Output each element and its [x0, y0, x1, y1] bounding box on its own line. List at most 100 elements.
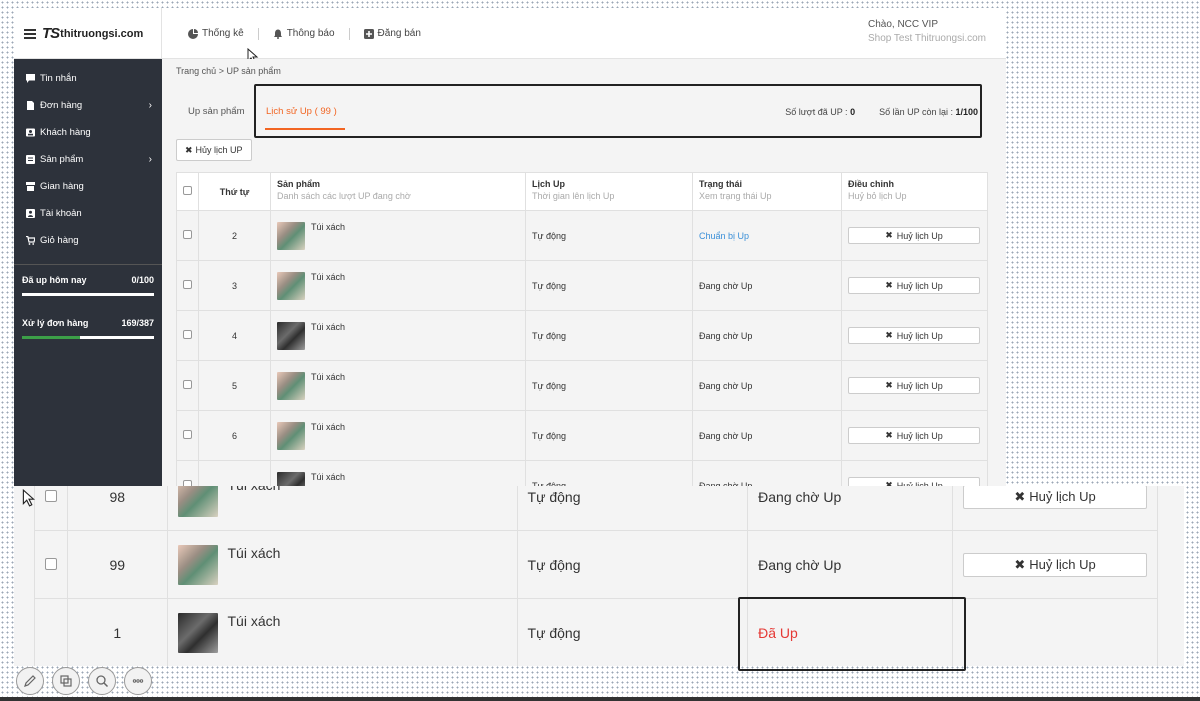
sidebar-item-gian-hang[interactable]: Gian hàng — [14, 173, 162, 200]
product-thumbnail[interactable] — [177, 544, 218, 585]
row-select-cell — [176, 260, 199, 311]
select-all-checkbox[interactable] — [183, 186, 192, 195]
pen-tool-button[interactable] — [16, 667, 44, 695]
document-icon — [27, 101, 34, 110]
schedule-cell: Tự động — [516, 530, 749, 599]
top-bar: TS thitruongsi.com Thống kê Thông báo Đă… — [14, 8, 1006, 64]
product-name[interactable]: Túi xách — [228, 486, 281, 493]
nav-thong-bao[interactable]: Thông báo — [259, 28, 349, 39]
user-greeting[interactable]: Chào, NCC VIP Shop Test Thitruongsi.com — [868, 19, 986, 44]
nav-label: Thống kê — [202, 28, 244, 39]
status-cell: Đang chờ Up — [747, 486, 953, 531]
crop-tool-button[interactable] — [52, 667, 80, 695]
close-icon: ✖ — [1014, 556, 1026, 572]
product-cell: Túi xách — [270, 210, 526, 261]
row-checkbox[interactable] — [183, 380, 192, 389]
cancel-up-button[interactable]: ✖ Huỷ lịch Up — [848, 427, 980, 444]
cancel-up-button[interactable]: ✖ Huỷ lịch Up — [848, 227, 980, 244]
sidebar-item-gio-hang[interactable]: Giỏ hàng — [14, 227, 162, 254]
row-select-cell — [176, 460, 199, 486]
product-thumbnail[interactable] — [277, 271, 305, 300]
cancel-up-button[interactable]: ✖ Huỷ lịch Up — [848, 327, 980, 344]
status-cell: Đang chờ Up — [692, 410, 842, 461]
nav-label: Thông báo — [286, 28, 335, 39]
chevron-right-icon: › — [148, 154, 152, 165]
product-name[interactable]: Túi xách — [311, 222, 345, 232]
table-body: 2 Túi xách Tự động Chuẩn bị Up ✖ Huỷ lịch Up 3… — [176, 210, 988, 486]
pie-chart-icon — [188, 28, 198, 39]
cancel-up-button[interactable]: ✖ Huỷ lịch Up — [848, 377, 980, 394]
stat-da-up-hom-nay: Đã up hôm nay 0/100 — [14, 275, 162, 296]
nav-dang-ban[interactable]: Đăng bán — [350, 28, 435, 39]
product-name[interactable]: Túi xách — [311, 322, 345, 332]
product-thumbnail[interactable] — [277, 471, 305, 486]
row-select-cell — [176, 310, 199, 361]
product-thumbnail[interactable] — [177, 612, 218, 653]
order-cell: 99 — [67, 530, 168, 599]
product-name[interactable]: Túi xách — [311, 472, 345, 482]
sidebar-item-don-hang[interactable]: Đơn hàng › — [14, 92, 162, 119]
status-cell: Đang chờ Up — [692, 310, 842, 361]
product-cell: Túi xách — [166, 530, 518, 599]
product-cell: Túi xách — [166, 486, 518, 531]
zoom-tool-button[interactable] — [88, 667, 116, 695]
sidebar-item-san-pham[interactable]: Sản phẩm › — [14, 146, 162, 173]
product-info: Túi xách — [277, 271, 519, 300]
nav-thong-ke[interactable]: Thống kê — [174, 28, 258, 39]
cancel-up-button[interactable]: ✖ Huỷ lịch Up — [848, 477, 980, 486]
sidebar-item-tin-nhan[interactable]: Tin nhắn — [14, 65, 162, 92]
schedule-cell: Tự động — [525, 460, 693, 486]
hamburger-menu-icon[interactable] — [24, 28, 36, 39]
product-cell: Túi xách — [270, 410, 526, 461]
row-checkbox[interactable] — [183, 330, 192, 339]
column-subtitle: Huỷ bỏ lịch Up — [848, 191, 907, 201]
row-checkbox[interactable] — [183, 230, 192, 239]
product-thumbnail[interactable] — [277, 371, 305, 400]
product-name[interactable]: Túi xách — [311, 272, 345, 282]
product-thumbnail[interactable] — [177, 486, 218, 517]
sidebar-item-khach-hang[interactable]: Khách hàng — [14, 119, 162, 146]
product-name[interactable]: Túi xách — [228, 613, 281, 629]
action-cell: ✖ Huỷ lịch Up — [841, 360, 988, 411]
tab-up-san-pham[interactable]: Up sản phẩm — [188, 92, 245, 132]
product-name[interactable]: Túi xách — [228, 545, 281, 561]
order-cell: 1 — [67, 598, 168, 666]
product-name[interactable]: Túi xách — [311, 372, 345, 382]
sidebar-item-label: Tin nhắn — [40, 73, 77, 84]
cancel-up-button[interactable]: ✖ Huỷ lịch Up — [963, 486, 1147, 509]
close-icon: ✖ — [1014, 488, 1026, 504]
row-checkbox[interactable] — [45, 557, 57, 570]
cancel-schedule-button[interactable]: ✖ Hủy lịch UP — [176, 139, 252, 161]
row-select-cell — [34, 530, 68, 599]
store-icon — [26, 182, 35, 191]
logo[interactable]: TS thitruongsi.com — [42, 25, 143, 42]
close-icon: ✖ — [885, 330, 893, 340]
cancel-up-button[interactable]: ✖ Huỷ lịch Up — [848, 277, 980, 294]
stat-value: 0/100 — [131, 275, 154, 285]
row-select-cell — [34, 486, 68, 531]
sidebar-divider — [14, 264, 162, 265]
table-row: 1 Túi xách Tự động Đã Up — [34, 598, 1158, 666]
button-label: Huỷ lịch Up — [1029, 557, 1096, 572]
product-thumbnail[interactable] — [277, 421, 305, 450]
stat-progress-bar — [22, 293, 154, 296]
row-checkbox[interactable] — [183, 280, 192, 289]
action-cell: ✖ Huỷ lịch Up — [952, 486, 1158, 531]
sidebar-item-tai-khoan[interactable]: Tài khoản — [14, 200, 162, 227]
cancel-up-button[interactable]: ✖ Huỷ lịch Up — [963, 552, 1147, 577]
schedule-cell: Tự động — [516, 486, 749, 531]
action-cell: ✖ Huỷ lịch Up — [841, 260, 988, 311]
row-checkbox[interactable] — [183, 430, 192, 439]
row-checkbox[interactable] — [45, 489, 57, 502]
button-label: Huỷ lịch Up — [1029, 489, 1096, 504]
product-thumbnail[interactable] — [277, 221, 305, 250]
sidebar-item-label: Tài khoản — [40, 208, 82, 219]
sidebar-item-label: Khách hàng — [40, 127, 91, 138]
table-row: 3 Túi xách Tự động Đang chờ Up ✖ Huỷ lịch Up — [176, 260, 988, 311]
product-name[interactable]: Túi xách — [311, 422, 345, 432]
more-options-button[interactable] — [124, 667, 152, 695]
table-row: 6 Túi xách Tự động Đang chờ Up ✖ Huỷ lịch Up — [176, 410, 988, 461]
product-thumbnail[interactable] — [277, 321, 305, 350]
button-label: Huỷ lịch Up — [896, 330, 943, 341]
action-cell: ✖ Huỷ lịch Up — [952, 530, 1158, 599]
